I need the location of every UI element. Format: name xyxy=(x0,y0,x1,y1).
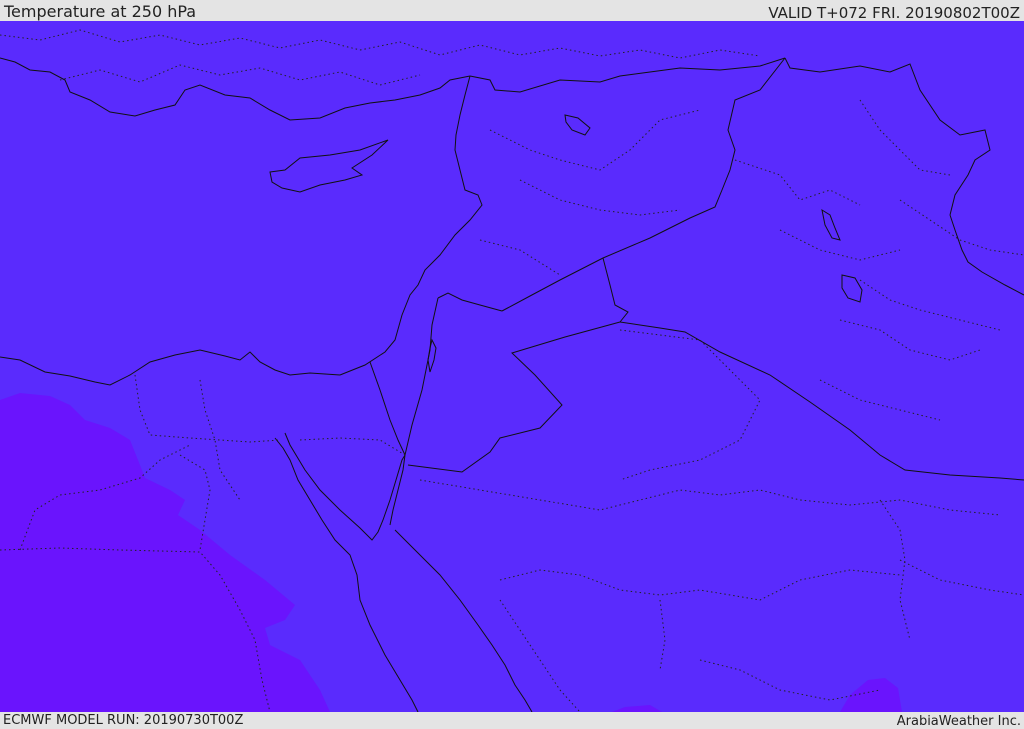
map-figure: Temperature at 250 hPa VALID T+072 FRI. … xyxy=(0,0,1024,729)
valid-time: VALID T+072 FRI. 20190802T00Z xyxy=(768,4,1020,22)
footer-bar: ECMWF MODEL RUN: 20190730T00Z ArabiaWeat… xyxy=(0,712,1024,729)
map-title: Temperature at 250 hPa xyxy=(4,2,197,21)
model-run-label: ECMWF MODEL RUN: 20190730T00Z xyxy=(3,713,244,728)
header-bar: Temperature at 250 hPa VALID T+072 FRI. … xyxy=(0,0,1024,22)
map-canvas xyxy=(0,21,1024,712)
map-svg xyxy=(0,21,1024,712)
credit-label: ArabiaWeather Inc. xyxy=(896,714,1021,729)
